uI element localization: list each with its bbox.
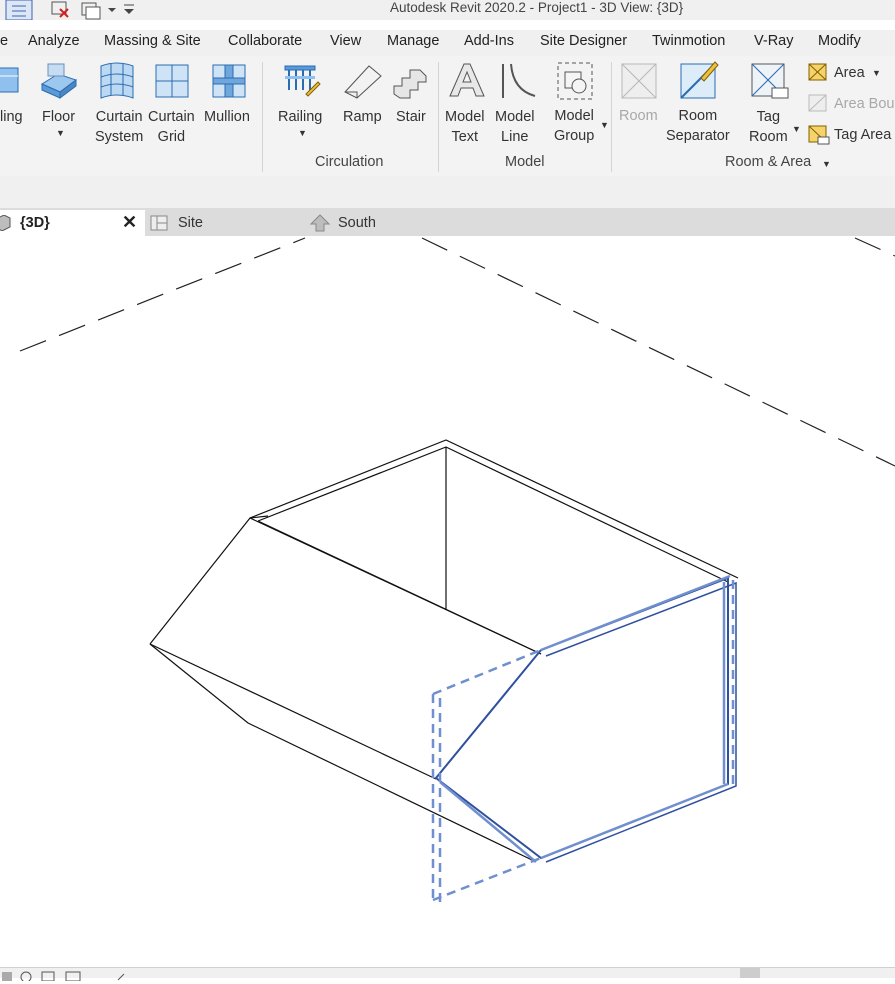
model-group-icon[interactable] xyxy=(555,60,595,102)
model-group-label-line1: Model xyxy=(554,108,594,124)
3d-model-canvas[interactable] xyxy=(0,236,895,967)
mullion-icon[interactable] xyxy=(210,62,248,100)
floor-icon[interactable] xyxy=(38,62,80,100)
floor-label[interactable]: Floor xyxy=(42,107,75,127)
tab-3d-view[interactable]: {3D} ✕ xyxy=(0,210,145,236)
tab-south-view[interactable]: South xyxy=(309,210,460,236)
partial-tool-label: ling xyxy=(0,109,23,125)
ramp-label[interactable]: Ramp xyxy=(343,107,382,127)
menu-item-collaborate[interactable]: Collaborate xyxy=(228,33,302,49)
window-title: Autodesk Revit 2020.2 - Project1 - 3D Vi… xyxy=(390,0,684,15)
menu-item-site-designer[interactable]: Site Designer xyxy=(540,33,627,49)
tag-area-icon[interactable] xyxy=(808,125,830,145)
curtain-grid-label[interactable]: Curtain Grid xyxy=(148,107,195,147)
circulation-group-title: Circulation xyxy=(315,154,384,170)
model-text-label[interactable]: Model Text xyxy=(445,107,485,147)
menu-item-manage[interactable]: Manage xyxy=(387,33,439,49)
floor-dropdown-icon[interactable]: ▼ xyxy=(56,128,65,138)
tag-room-label-line2: Room xyxy=(749,129,788,145)
ramp-icon[interactable] xyxy=(343,62,383,100)
model-text-label-line1: Model xyxy=(445,109,485,125)
title-bar: Autodesk Revit 2020.2 - Project1 - 3D Vi… xyxy=(0,0,895,21)
3d-view-icon xyxy=(0,214,12,232)
menu-item-add-ins[interactable]: Add-Ins xyxy=(464,33,514,49)
stair-label[interactable]: Stair xyxy=(396,107,426,127)
model-group-dropdown-icon[interactable]: ▼ xyxy=(600,120,609,130)
model-line-label-line1: Model xyxy=(495,109,535,125)
elevation-view-icon xyxy=(309,214,331,232)
menu-item-view[interactable]: View xyxy=(330,33,361,49)
railing-dropdown-icon[interactable]: ▼ xyxy=(298,128,307,138)
menu-item-twinmotion[interactable]: Twinmotion xyxy=(652,33,725,49)
room-separator-icon[interactable] xyxy=(679,60,719,100)
tab-south-label: South xyxy=(338,215,376,231)
area-boundary-label: Area Bou xyxy=(834,96,895,112)
tag-room-dropdown-icon[interactable]: ▼ xyxy=(792,124,801,134)
tab-site-label: Site xyxy=(178,215,203,231)
curtain-system-label[interactable]: Curtain System xyxy=(95,107,143,147)
ribbon-separator xyxy=(262,62,263,172)
hexagonal-wall-body[interactable] xyxy=(149,439,739,861)
room-icon xyxy=(620,62,658,100)
model-text-icon[interactable] xyxy=(446,60,486,100)
model-text-label-line2: Text xyxy=(451,129,479,145)
qat-customize-icon[interactable] xyxy=(122,2,136,18)
dashed-reference-lines xyxy=(19,237,895,467)
room-area-group-title[interactable]: Room & Area xyxy=(725,154,811,170)
area-icon[interactable] xyxy=(808,63,828,81)
railing-icon[interactable] xyxy=(282,60,322,100)
curtain-system-label-line2: System xyxy=(95,129,144,145)
model-line-label[interactable]: Model Line xyxy=(495,107,535,147)
mullion-label[interactable]: Mullion xyxy=(204,107,250,127)
ribbon-separator xyxy=(611,62,612,172)
partial-tool-icon[interactable] xyxy=(0,64,22,96)
tag-area-label-word2: Area xyxy=(860,127,892,143)
curtain-grid-label-line2: Grid xyxy=(157,129,186,145)
curtain-grid-label-line1: Curtain xyxy=(148,109,195,125)
room-separator-label-line1: Room xyxy=(678,108,718,124)
tab-3d-label: {3D} xyxy=(20,215,50,231)
tag-room-icon[interactable] xyxy=(750,60,790,102)
menu-item-modify[interactable]: Modify xyxy=(818,33,861,49)
tag-area-label-word1: Tag xyxy=(834,127,858,143)
menu-item-massing-site[interactable]: Massing & Site xyxy=(104,33,201,49)
area-boundary-icon xyxy=(808,94,828,112)
qat-switch-windows-icon[interactable] xyxy=(80,0,120,20)
menu-item-analyze[interactable]: Analyze xyxy=(28,33,80,49)
tab-site-view[interactable]: Site xyxy=(150,210,300,236)
qat-close-hidden-icon[interactable] xyxy=(50,0,72,20)
view-control-bar xyxy=(0,967,895,983)
room-label: Room xyxy=(619,108,658,124)
stair-icon[interactable] xyxy=(390,62,430,102)
model-group-title: Model xyxy=(505,154,545,170)
ribbon-separator xyxy=(438,62,439,172)
menu-item-partial[interactable]: e xyxy=(0,33,8,49)
area-dropdown-icon[interactable]: ▼ xyxy=(872,68,881,78)
model-group-label-line2: Group xyxy=(554,128,595,144)
model-group-label[interactable]: Model Group xyxy=(554,106,594,146)
area-label[interactable]: Area xyxy=(834,63,865,83)
3d-viewport[interactable] xyxy=(0,236,895,967)
room-separator-label[interactable]: Room Separator xyxy=(666,106,730,146)
room-separator-label-line2: Separator xyxy=(666,128,730,144)
model-line-label-line2: Line xyxy=(501,129,529,145)
room-area-expand-icon[interactable]: ▼ xyxy=(822,159,831,169)
curtain-system-icon[interactable] xyxy=(97,60,139,100)
close-icon[interactable]: ✕ xyxy=(122,213,137,231)
plan-view-icon xyxy=(150,214,168,232)
curtain-grid-icon[interactable] xyxy=(153,62,191,100)
model-line-icon[interactable] xyxy=(497,60,537,100)
tag-room-label-line1: Tag xyxy=(756,109,781,125)
qat-thin-lines-icon[interactable] xyxy=(4,0,36,21)
tag-room-label[interactable]: Tag Room xyxy=(749,107,788,147)
menu-item-v-ray[interactable]: V-Ray xyxy=(754,33,794,49)
railing-label[interactable]: Railing xyxy=(278,107,322,127)
options-bar xyxy=(0,176,895,208)
tag-area-label[interactable]: Tag Area xyxy=(834,125,891,145)
curtain-system-label-line1: Curtain xyxy=(95,109,143,125)
